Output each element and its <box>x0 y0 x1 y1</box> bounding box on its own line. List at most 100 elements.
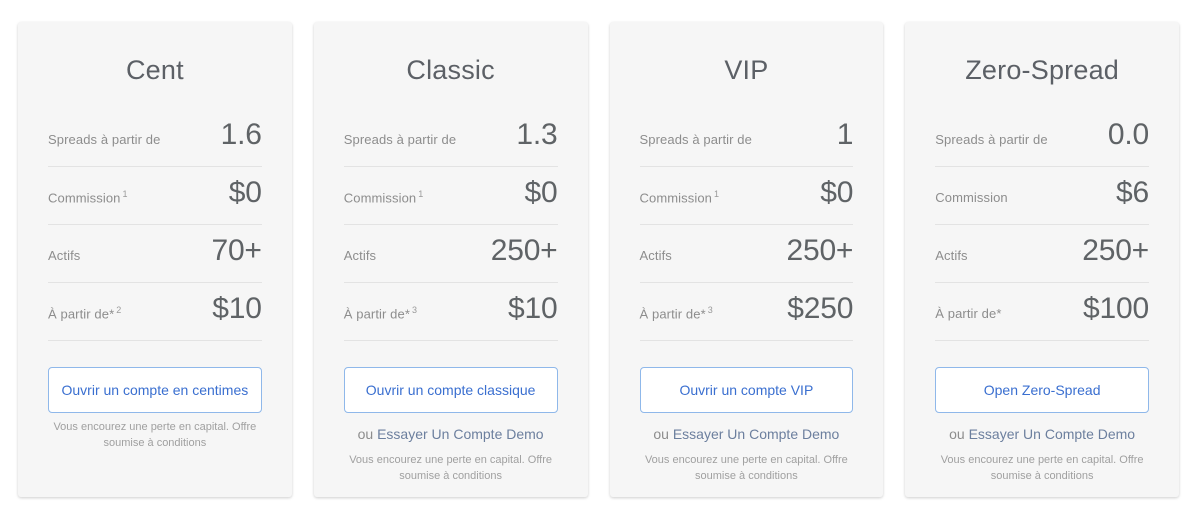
feature-value: 1.6 <box>220 118 262 152</box>
risk-warning-note: Vous encourez une perte en capital. Offr… <box>349 453 553 482</box>
plan-title: Classic <box>406 55 495 85</box>
feature-value: $0 <box>228 176 262 210</box>
plan-card: Zero-Spread Spreads à partir de 0.0 Commiss… <box>905 22 1179 497</box>
open-account-button[interactable]: Ouvrir un compte classique <box>343 367 558 414</box>
feature-label-text: Actifs <box>343 248 377 264</box>
try-demo-account-link[interactable]: Essayer Un Compte Demo <box>377 426 544 442</box>
feature-label-text: Commission <box>343 190 417 206</box>
plan-card: Classic Spreads à partir de 1.3 Commission 1… <box>313 22 588 497</box>
feature-label: À partir de* 2 <box>48 305 121 321</box>
risk-warning-note: Vous encourez une perte en capital. Offr… <box>53 421 257 450</box>
feature-row: Actifs 250+ <box>935 225 1149 284</box>
feature-label-text: À partir de* <box>935 306 1002 322</box>
feature-value: $100 <box>1083 292 1149 326</box>
try-demo-account-link[interactable]: Essayer Un Compte Demo <box>969 426 1136 442</box>
feature-row: Spreads à partir de 0.0 <box>935 118 1149 168</box>
feature-label: Actifs <box>935 248 967 263</box>
feature-row: Spreads à partir de 1.6 <box>48 118 262 168</box>
feature-row: Actifs 70+ <box>48 225 262 284</box>
plan-cta-area: Ouvrir un compte classique ou Essayer Un … <box>343 367 558 484</box>
feature-value: 1.3 <box>516 118 558 152</box>
feature-label: Actifs <box>640 248 672 263</box>
plan-cta-area: Ouvrir un compte VIP ou Essayer Un Compte… <box>639 367 854 484</box>
feature-value: $6 <box>1116 176 1149 210</box>
risk-warning-note: Vous encourez une perte en capital. Offr… <box>644 453 848 482</box>
risk-warning-note: Vous encourez une perte en capital. Offr… <box>940 453 1144 482</box>
feature-row: Spreads à partir de 1.3 <box>343 118 558 168</box>
feature-label: Spreads à partir de <box>935 132 1047 147</box>
feature-value: 1 <box>836 118 854 152</box>
plan-feature-list: Spreads à partir de 1.3 Commission 1 $0 Actif… <box>343 118 558 342</box>
feature-label-text: À partir de* <box>639 306 706 322</box>
plan-title: Zero-Spread <box>965 55 1120 85</box>
feature-label-text: Spreads à partir de <box>48 132 161 148</box>
demo-prefix-text: ou <box>653 426 673 443</box>
feature-value: 250+ <box>490 234 558 268</box>
open-account-button[interactable]: Open Zero-Spread <box>935 367 1149 414</box>
feature-row: Actifs 250+ <box>343 225 558 284</box>
feature-footnote-marker: 1 <box>418 189 424 200</box>
feature-row: Actifs 250+ <box>639 225 854 284</box>
feature-footnote-marker: 1 <box>714 189 720 200</box>
feature-label-text: Actifs <box>935 248 968 264</box>
plan-cta-area: Open Zero-Spread ou Essayer Un Compte Dem… <box>935 367 1149 484</box>
open-account-button[interactable]: Ouvrir un compte en centimes <box>48 367 262 414</box>
open-account-button[interactable]: Ouvrir un compte VIP <box>639 367 854 414</box>
demo-account-line: ou Essayer Un Compte Demo <box>653 425 839 443</box>
feature-value: $10 <box>212 292 262 326</box>
pricing-plans-grid: Cent Spreads à partir de 1.6 Commission 1 $0 A… <box>18 22 1179 497</box>
feature-value: 250+ <box>786 234 854 268</box>
feature-label: Spreads à partir de <box>48 132 160 147</box>
feature-value: 0.0 <box>1107 118 1149 152</box>
plan-feature-list: Spreads à partir de 0.0 Commission $6 Actifs… <box>935 118 1149 342</box>
feature-label: Spreads à partir de <box>344 132 456 147</box>
feature-label: Commission 1 <box>344 189 424 205</box>
feature-row: Commission 1 $0 <box>343 167 558 226</box>
demo-prefix-text: ou <box>949 426 969 443</box>
feature-label: À partir de* 3 <box>344 305 417 321</box>
feature-value: $250 <box>787 292 854 326</box>
feature-value: 70+ <box>211 234 262 268</box>
feature-row: Commission 1 $0 <box>48 167 262 226</box>
feature-label: Commission 1 <box>48 189 128 205</box>
feature-row: À partir de* 2 $10 <box>48 283 262 342</box>
plan-title: Cent <box>125 55 184 85</box>
demo-account-line: ou Essayer Un Compte Demo <box>949 425 1135 443</box>
plan-feature-list: Spreads à partir de 1.6 Commission 1 $0 Actif… <box>48 118 262 342</box>
feature-value: $10 <box>508 292 558 326</box>
feature-footnote-marker: 3 <box>707 305 713 316</box>
feature-row: Spreads à partir de 1 <box>639 118 854 168</box>
feature-label-text: Commission <box>639 190 713 206</box>
demo-prefix-text: ou <box>357 426 378 443</box>
feature-footnote-marker: 3 <box>411 305 418 316</box>
feature-label: Spreads à partir de <box>640 132 752 147</box>
feature-label-text: Actifs <box>48 248 81 264</box>
feature-label-text: Actifs <box>639 248 672 264</box>
demo-account-line: ou Essayer Un Compte Demo <box>358 425 544 443</box>
feature-row: Commission $6 <box>935 167 1149 226</box>
feature-row: À partir de* $100 <box>935 283 1149 342</box>
plan-cta-area: Ouvrir un compte en centimes Vous encoure… <box>48 367 262 452</box>
plan-title: VIP <box>724 55 769 85</box>
feature-label-text: Spreads à partir de <box>639 132 752 148</box>
feature-row: Commission 1 $0 <box>639 167 854 226</box>
feature-label-text: Commission <box>48 190 121 206</box>
feature-label-text: Commission <box>935 190 1008 206</box>
feature-label: Actifs <box>48 248 80 263</box>
feature-label-text: Spreads à partir de <box>343 132 457 148</box>
try-demo-account-link[interactable]: Essayer Un Compte Demo <box>673 426 840 442</box>
feature-value: $0 <box>524 176 558 210</box>
feature-label: Commission 1 <box>640 189 720 205</box>
feature-value: 250+ <box>1082 234 1149 268</box>
feature-label: À partir de* <box>935 306 1001 321</box>
plan-card: VIP Spreads à partir de 1 Commission 1 $0 Acti… <box>609 22 884 497</box>
feature-label: À partir de* 3 <box>640 305 713 321</box>
feature-footnote-marker: 1 <box>122 189 128 200</box>
plan-card: Cent Spreads à partir de 1.6 Commission 1 $0 A… <box>18 22 292 497</box>
feature-label-text: À partir de* <box>343 306 410 322</box>
feature-label-text: Spreads à partir de <box>935 132 1048 148</box>
feature-row: À partir de* 3 $250 <box>639 283 854 342</box>
feature-value: $0 <box>820 176 854 210</box>
feature-label: Actifs <box>344 248 376 263</box>
feature-label-text: À partir de* <box>48 306 115 322</box>
